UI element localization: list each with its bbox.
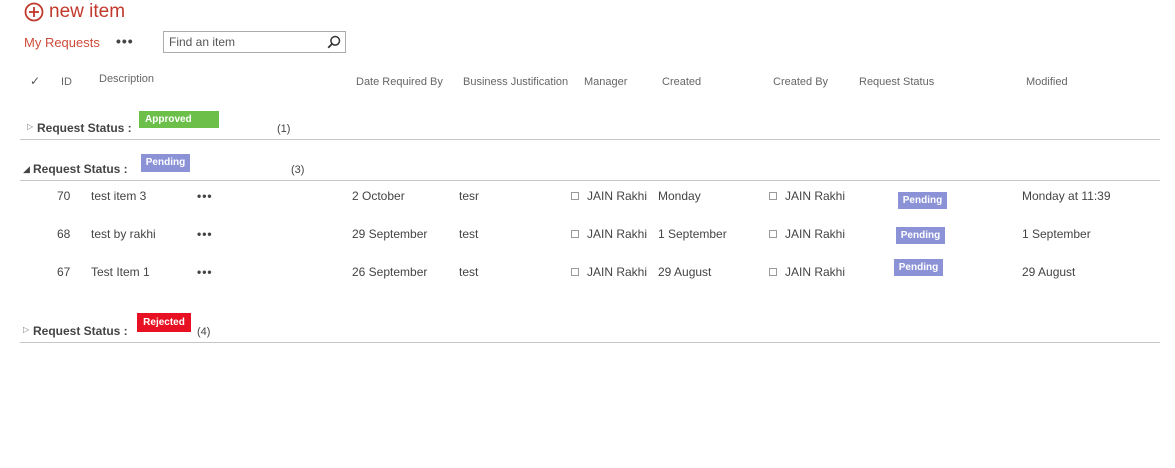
group-divider [20, 180, 1160, 181]
group-label-rejected[interactable]: Request Status : [33, 324, 128, 338]
group-divider [20, 342, 1160, 343]
cell-description[interactable]: Test Item 1 [91, 265, 150, 279]
cell-id: 67 [57, 265, 71, 279]
new-item-label: new item [49, 1, 126, 22]
column-header-business-justification[interactable]: Business Justification [463, 76, 568, 88]
status-badge-pending: Pending [894, 259, 943, 276]
column-header-request-status[interactable]: Request Status [859, 76, 934, 88]
group-label-approved[interactable]: Request Status : [37, 121, 132, 135]
column-header-id[interactable]: ID [61, 76, 72, 88]
status-badge-rejected: Rejected [137, 313, 191, 332]
search-icon[interactable] [327, 35, 341, 49]
cell-created: 1 September [658, 227, 727, 241]
person-presence-icon [769, 230, 777, 238]
triangle-right-icon[interactable]: ▷ [23, 325, 29, 334]
cell-business-justification: tesr [459, 189, 480, 203]
group-divider [20, 139, 1160, 140]
view-my-requests[interactable]: My Requests [24, 35, 100, 50]
view-more-button[interactable]: ••• [116, 33, 134, 49]
select-all-check[interactable]: ✓ [30, 74, 40, 88]
group-count-rejected: (4) [197, 326, 211, 338]
status-badge-pending: Pending [141, 154, 190, 172]
cell-created: 29 August [658, 265, 712, 279]
search-box [163, 31, 346, 53]
cell-business-justification: test [459, 227, 479, 241]
cell-manager[interactable]: JAIN Rakhi [587, 189, 647, 203]
cell-created-by[interactable]: JAIN Rakhi [785, 189, 845, 203]
cell-date-required-by: 2 October [352, 189, 405, 203]
cell-modified: Monday at 11:39 [1022, 189, 1111, 203]
person-presence-icon [769, 192, 777, 200]
cell-date-required-by: 26 September [352, 265, 428, 279]
cell-id: 68 [57, 227, 71, 241]
group-count-pending: (3) [291, 164, 305, 176]
cell-manager[interactable]: JAIN Rakhi [587, 227, 647, 241]
column-header-manager[interactable]: Manager [584, 76, 627, 88]
column-header-date-required-by[interactable]: Date Required By [356, 76, 443, 88]
group-count-approved: (1) [277, 123, 291, 135]
person-presence-icon [769, 268, 777, 276]
cell-manager[interactable]: JAIN Rakhi [587, 265, 647, 279]
column-header-description[interactable]: Description [99, 73, 154, 85]
triangle-right-icon[interactable]: ▷ [27, 122, 33, 131]
cell-description[interactable]: test by rakhi [91, 227, 156, 241]
new-item-button[interactable]: new item [24, 0, 125, 24]
person-presence-icon [571, 192, 579, 200]
status-badge-pending: Pending [898, 192, 947, 209]
person-presence-icon [571, 268, 579, 276]
cell-modified: 1 September [1022, 227, 1091, 241]
status-badge-pending: Pending [896, 227, 945, 244]
column-header-created-by[interactable]: Created By [773, 76, 828, 88]
cell-description[interactable]: test item 3 [91, 189, 146, 203]
person-presence-icon [571, 230, 579, 238]
row-more-button[interactable]: ••• [197, 265, 213, 279]
cell-modified: 29 August [1022, 265, 1076, 279]
cell-created: Monday [658, 189, 701, 203]
search-input[interactable] [164, 32, 329, 52]
cell-created-by[interactable]: JAIN Rakhi [785, 265, 845, 279]
cell-id: 70 [57, 189, 71, 203]
column-header-modified[interactable]: Modified [1026, 76, 1068, 88]
status-badge-approved: Approved [139, 111, 219, 128]
cell-business-justification: test [459, 265, 479, 279]
group-label-pending[interactable]: Request Status : [33, 162, 128, 176]
triangle-down-icon[interactable]: ◢ [23, 164, 30, 175]
row-more-button[interactable]: ••• [197, 189, 213, 203]
cell-date-required-by: 29 September [352, 227, 428, 241]
cell-created-by[interactable]: JAIN Rakhi [785, 227, 845, 241]
column-header-created[interactable]: Created [662, 76, 701, 88]
plus-circle-icon [24, 2, 44, 22]
row-more-button[interactable]: ••• [197, 227, 213, 241]
